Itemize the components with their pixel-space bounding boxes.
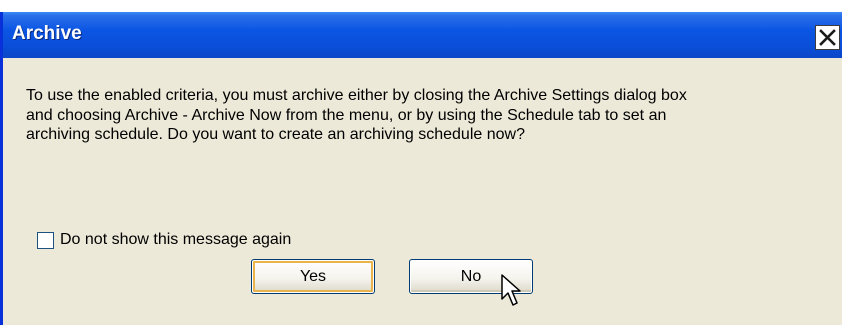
close-icon <box>819 29 836 46</box>
yes-button[interactable]: Yes <box>251 259 375 294</box>
dont-show-again-row[interactable]: Do not show this message again <box>37 230 291 250</box>
dont-show-again-checkbox[interactable] <box>37 231 54 249</box>
archive-dialog: Archive To use the enabled criteria, you… <box>0 12 842 325</box>
dialog-title: Archive <box>12 23 82 44</box>
close-button[interactable] <box>815 25 840 50</box>
mouse-pointer-icon <box>501 274 521 306</box>
dialog-message: To use the enabled criteria, you must ar… <box>26 87 687 143</box>
title-bar[interactable]: Archive <box>3 12 842 58</box>
dont-show-again-label[interactable]: Do not show this message again <box>60 231 291 249</box>
